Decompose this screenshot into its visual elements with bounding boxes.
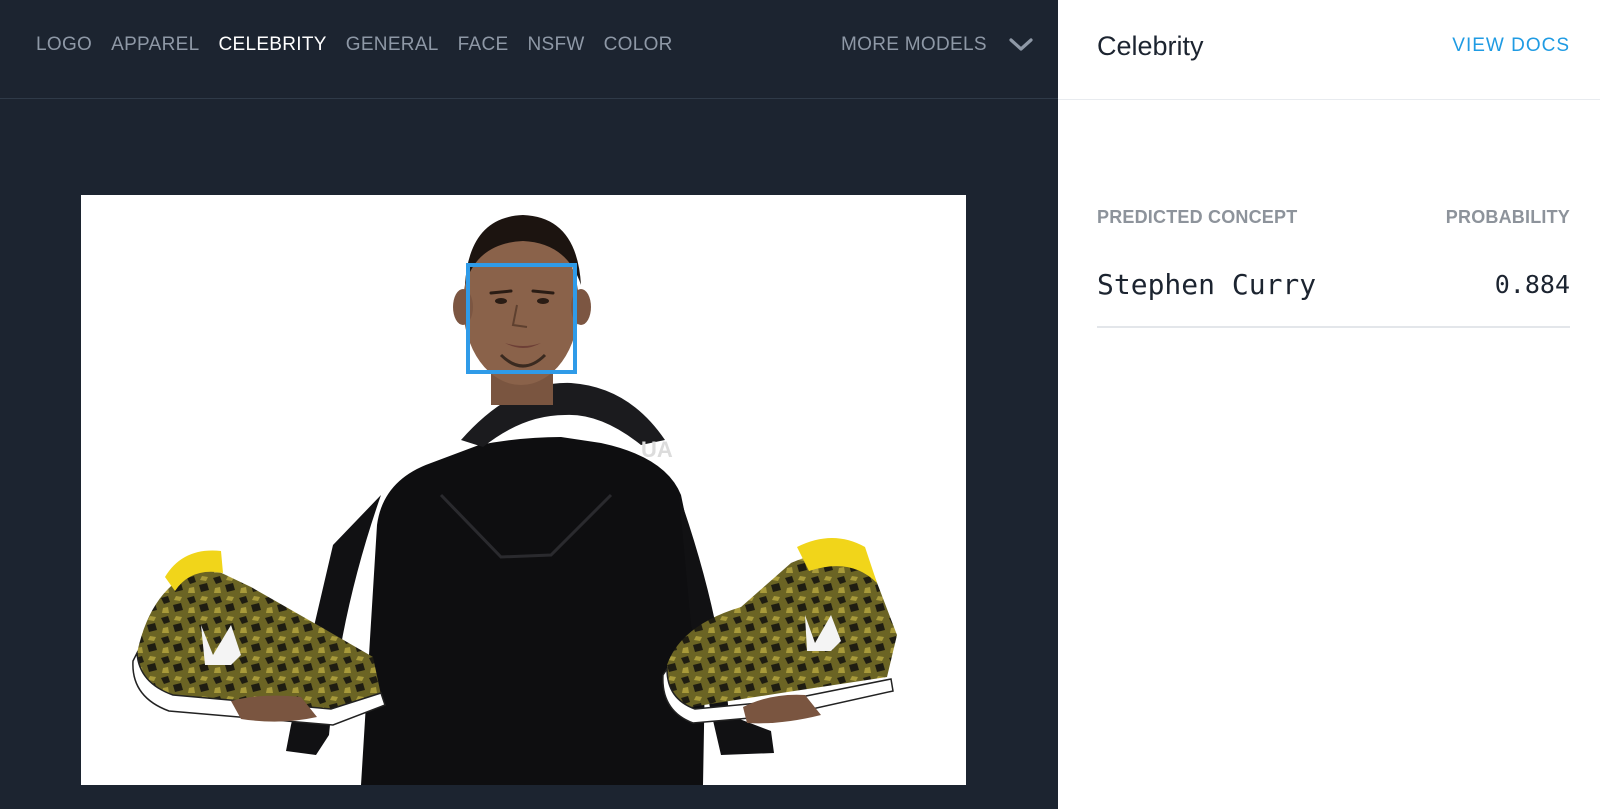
more-models-dropdown[interactable]: MORE MODELS bbox=[841, 33, 1033, 57]
results-panel: Celebrity VIEW DOCS PREDICTED CONCEPT PR… bbox=[1058, 0, 1600, 809]
face-bounding-box[interactable] bbox=[466, 263, 577, 374]
panel-header: Celebrity VIEW DOCS bbox=[1058, 0, 1600, 100]
tab-celebrity[interactable]: CELEBRITY bbox=[218, 33, 326, 57]
model-tabs: LOGO APPAREL CELEBRITY GENERAL FACE NSFW… bbox=[36, 33, 673, 57]
result-row[interactable]: Stephen Curry 0.884 bbox=[1097, 268, 1570, 328]
probability-header: PROBABILITY bbox=[1445, 207, 1570, 227]
model-title: Celebrity bbox=[1097, 31, 1204, 61]
results-table-header: PREDICTED CONCEPT PROBABILITY bbox=[1097, 206, 1570, 228]
view-docs-link[interactable]: VIEW DOCS bbox=[1452, 34, 1570, 58]
model-demo-pane: LOGO APPAREL CELEBRITY GENERAL FACE NSFW… bbox=[0, 0, 1058, 809]
tab-general[interactable]: GENERAL bbox=[346, 33, 439, 57]
concept-probability: 0.884 bbox=[1494, 270, 1570, 299]
tab-logo[interactable]: LOGO bbox=[36, 33, 92, 57]
model-tabs-bar: LOGO APPAREL CELEBRITY GENERAL FACE NSFW… bbox=[0, 0, 1058, 99]
tab-apparel[interactable]: APPAREL bbox=[111, 33, 199, 57]
input-image: UA bbox=[81, 195, 966, 785]
more-models-label: MORE MODELS bbox=[841, 34, 987, 55]
tab-face[interactable]: FACE bbox=[458, 33, 509, 57]
concept-name: Stephen Curry bbox=[1097, 268, 1317, 301]
tab-nsfw[interactable]: NSFW bbox=[528, 33, 585, 57]
tab-color[interactable]: COLOR bbox=[604, 33, 673, 57]
predicted-concept-header: PREDICTED CONCEPT bbox=[1097, 207, 1298, 227]
svg-text:UA: UA bbox=[641, 437, 673, 462]
chevron-down-icon bbox=[1009, 38, 1033, 51]
